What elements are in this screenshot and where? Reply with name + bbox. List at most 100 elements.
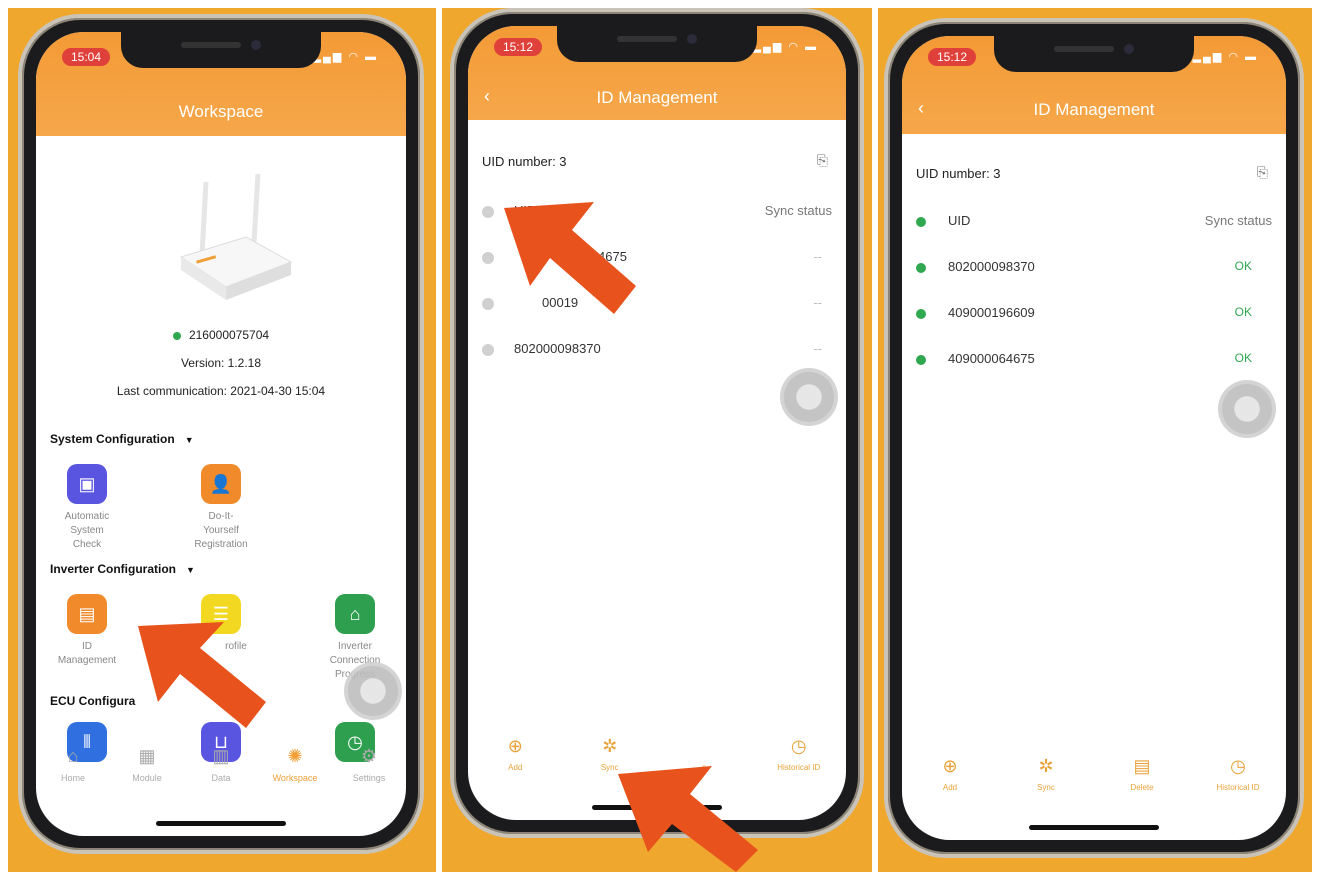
- sync-status: OK: [1234, 259, 1252, 273]
- app-label: Registration: [194, 539, 248, 550]
- select-all-radio[interactable]: [482, 206, 494, 218]
- toolbox-icon: ▣: [67, 464, 107, 504]
- sync-status: --: [813, 249, 822, 264]
- uid-number-label: UID number: 3: [916, 166, 1001, 181]
- uid-value: 802000098370: [948, 259, 1035, 274]
- add-circle-icon: ⊕: [507, 736, 523, 756]
- sync-button[interactable]: ✲ Sync: [998, 756, 1094, 806]
- row-radio[interactable]: [916, 263, 926, 273]
- uid-number-label: UID number: 3: [482, 154, 567, 169]
- button-label: Historical ID: [777, 763, 821, 772]
- add-circle-icon: ⊕: [942, 756, 958, 776]
- app-label: Inverter: [338, 641, 372, 652]
- uid-value: 409000064675: [948, 351, 1035, 366]
- button-label: Sync: [1037, 783, 1055, 792]
- panel-id-management-after: 15:12 ▂▄▆ ◠ ▬ ‹ ID Management UID number…: [878, 8, 1312, 872]
- copy-icon[interactable]: ⎘: [1257, 164, 1268, 181]
- page-title: ID Management: [596, 88, 718, 107]
- action-bar: ⊕ Add ✲ Sync ▤ Delete ◷ Historical ID: [902, 756, 1286, 806]
- tab-workspace[interactable]: ✺ Workspace: [258, 746, 332, 806]
- uid-column-header: UID: [948, 213, 971, 228]
- app-label: Yourself: [203, 525, 239, 536]
- section-system-configuration[interactable]: System Configuration ▼: [50, 432, 194, 446]
- assistive-touch-button[interactable]: [780, 368, 838, 426]
- last-communication-text: Last communication: 2021-04-30 15:04: [116, 384, 326, 398]
- annotation-arrow: [504, 202, 636, 314]
- gear-icon: ⚙: [360, 746, 378, 766]
- delete-button[interactable]: ▤ Delete: [1094, 756, 1190, 806]
- row-radio[interactable]: [916, 355, 926, 365]
- app-diy-registration[interactable]: 👤 Do-It- Yourself Registration: [176, 464, 266, 552]
- grid-icon: ▦: [138, 746, 156, 766]
- row-radio[interactable]: [482, 298, 494, 310]
- notch: [121, 32, 321, 68]
- trash-icon: ▤: [1133, 756, 1151, 776]
- app-label: Check: [72, 539, 102, 550]
- status-icons: ▂▄▆ ◠ ▬: [1192, 51, 1258, 63]
- uid-row[interactable]: 409000196609 OK: [916, 304, 1272, 324]
- app-id-management[interactable]: ▤ ID Management: [42, 594, 132, 668]
- caret-down-icon: ▼: [186, 565, 195, 575]
- annotation-arrow: [138, 622, 266, 728]
- tab-label: Module: [132, 773, 162, 783]
- app-label: System: [70, 525, 104, 536]
- sync-status-column-header: Sync status: [764, 203, 832, 218]
- copy-icon[interactable]: ⎘: [817, 152, 828, 169]
- section-ecu-configuration[interactable]: ECU Configura: [50, 694, 135, 708]
- section-title: ECU Configura: [50, 694, 136, 708]
- trash-icon: [657, 736, 752, 757]
- historical-id-button[interactable]: ◷ Historical ID: [1190, 756, 1286, 806]
- home-indicator: [1029, 825, 1159, 830]
- phone-screen: 15:12 ▂▄▆ ◠ ▬ ‹ ID Management UID number…: [902, 36, 1286, 840]
- ecu-id: 216000075704: [188, 328, 270, 342]
- notch: [557, 26, 757, 62]
- workspace-icon: ✺: [287, 746, 303, 766]
- panel-workspace: 15:04 ▂▄▆ ◠ ▬ Workspace 216000075704 Ver…: [8, 8, 436, 872]
- tab-label: Settings: [352, 773, 386, 783]
- add-button[interactable]: ⊕ Add: [902, 756, 998, 806]
- button-label: Add: [942, 783, 958, 792]
- ecu-device-image: [179, 173, 293, 300]
- page-title: ID Management: [1033, 100, 1155, 119]
- uid-row[interactable]: 409000064675 OK: [916, 350, 1272, 370]
- uid-value: 409000196609: [948, 305, 1035, 320]
- select-all-radio[interactable]: [916, 217, 926, 227]
- history-icon: ◷: [790, 736, 807, 756]
- tab-settings[interactable]: ⚙ Settings: [332, 746, 406, 806]
- tab-label: Home: [60, 773, 85, 783]
- status-icons: ▂▄▆ ◠ ▬: [752, 41, 818, 53]
- row-radio[interactable]: [916, 309, 926, 319]
- assistive-touch-button[interactable]: [344, 662, 402, 720]
- tab-module[interactable]: ▦ Module: [110, 746, 184, 806]
- section-title: Inverter Configuration: [50, 562, 177, 576]
- tab-data[interactable]: ▥ Data: [184, 746, 258, 806]
- sync-icon: ✲: [602, 736, 618, 756]
- tab-label: Data: [211, 773, 231, 783]
- home-icon: ⌂: [67, 746, 79, 766]
- section-inverter-configuration[interactable]: Inverter Configuration ▼: [50, 562, 195, 576]
- tab-label: Workspace: [272, 773, 318, 783]
- id-card-icon: ▤: [67, 594, 107, 634]
- uid-row[interactable]: 802000098370 --: [482, 340, 832, 360]
- assistive-touch-button[interactable]: [1218, 380, 1276, 438]
- panel-id-management-before: 15:12 ▂▄▆ ◠ ▬ ‹ ID Management UID number…: [442, 8, 872, 872]
- row-radio[interactable]: [482, 344, 494, 356]
- sync-status: --: [813, 295, 822, 310]
- app-label: ID: [82, 641, 92, 652]
- historical-id-button[interactable]: ◷ Historical ID: [752, 736, 847, 786]
- add-button[interactable]: ⊕ Add: [468, 736, 563, 786]
- uid-list-header: UID Sync status: [916, 212, 1272, 232]
- app-label: Do-It-: [208, 511, 234, 522]
- uid-row[interactable]: 802000098370 OK: [916, 258, 1272, 278]
- connection-icon: ⌂: [335, 594, 375, 634]
- button-label: Historical ID: [1216, 783, 1260, 792]
- section-title: System Configuration: [50, 432, 175, 446]
- user-icon: 👤: [201, 464, 241, 504]
- caret-down-icon: ▼: [184, 435, 194, 445]
- row-radio[interactable]: [482, 252, 494, 264]
- status-clock: 15:04: [62, 48, 111, 66]
- app-automatic-system-check[interactable]: ▣ Automatic System Check: [42, 464, 132, 552]
- notch: [994, 36, 1194, 72]
- tab-home[interactable]: ⌂ Home: [36, 746, 110, 806]
- uid-value: 802000098370: [514, 341, 601, 356]
